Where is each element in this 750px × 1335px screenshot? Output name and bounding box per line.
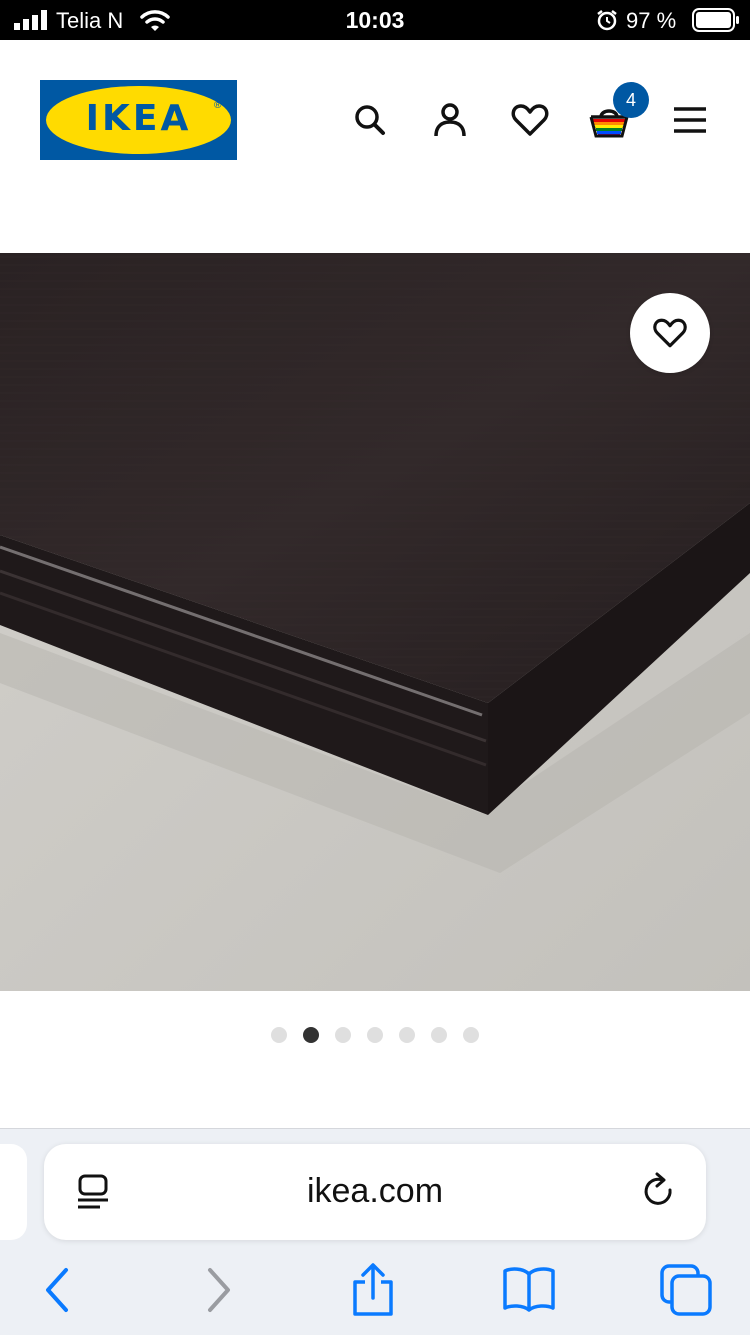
site-header: IKEA ® 4: [0, 40, 750, 200]
alarm-icon: [597, 10, 617, 31]
search-icon[interactable]: [348, 98, 392, 142]
address-bar[interactable]: ikea.com: [44, 1144, 706, 1240]
account-icon[interactable]: [428, 98, 472, 142]
bookmarks-icon[interactable]: [501, 1262, 557, 1318]
forward-icon[interactable]: [190, 1262, 246, 1318]
cart-count-badge[interactable]: 4: [613, 82, 649, 118]
previous-tab-preview[interactable]: [0, 1144, 27, 1240]
pager-dot[interactable]: [431, 1027, 447, 1043]
pager-dot[interactable]: [271, 1027, 287, 1043]
share-icon[interactable]: [345, 1262, 401, 1318]
heart-icon[interactable]: [508, 98, 552, 142]
url-text[interactable]: ikea.com: [44, 1172, 706, 1211]
status-bar: Telia N 10:03 97 %: [0, 0, 750, 40]
heart-icon: [653, 318, 687, 348]
pager-dot[interactable]: [303, 1027, 319, 1043]
battery-percentage: 97 %: [626, 8, 677, 33]
reload-icon[interactable]: [640, 1172, 680, 1212]
back-icon[interactable]: [30, 1262, 86, 1318]
pager-dot[interactable]: [399, 1027, 415, 1043]
product-image[interactable]: [0, 253, 750, 991]
logo-registered-mark: ®: [214, 100, 222, 111]
battery-icon: [692, 8, 739, 32]
tabs-icon[interactable]: [658, 1262, 714, 1318]
pager-dot[interactable]: [335, 1027, 351, 1043]
menu-icon[interactable]: [668, 98, 712, 142]
logo-wordmark: IKEA: [85, 98, 192, 139]
pager-dot[interactable]: [463, 1027, 479, 1043]
image-pager: [0, 1026, 750, 1044]
save-favourite-button[interactable]: [630, 293, 710, 373]
shelf-photo: [0, 253, 750, 991]
ikea-logo[interactable]: IKEA ®: [40, 80, 237, 160]
pager-dot[interactable]: [367, 1027, 383, 1043]
